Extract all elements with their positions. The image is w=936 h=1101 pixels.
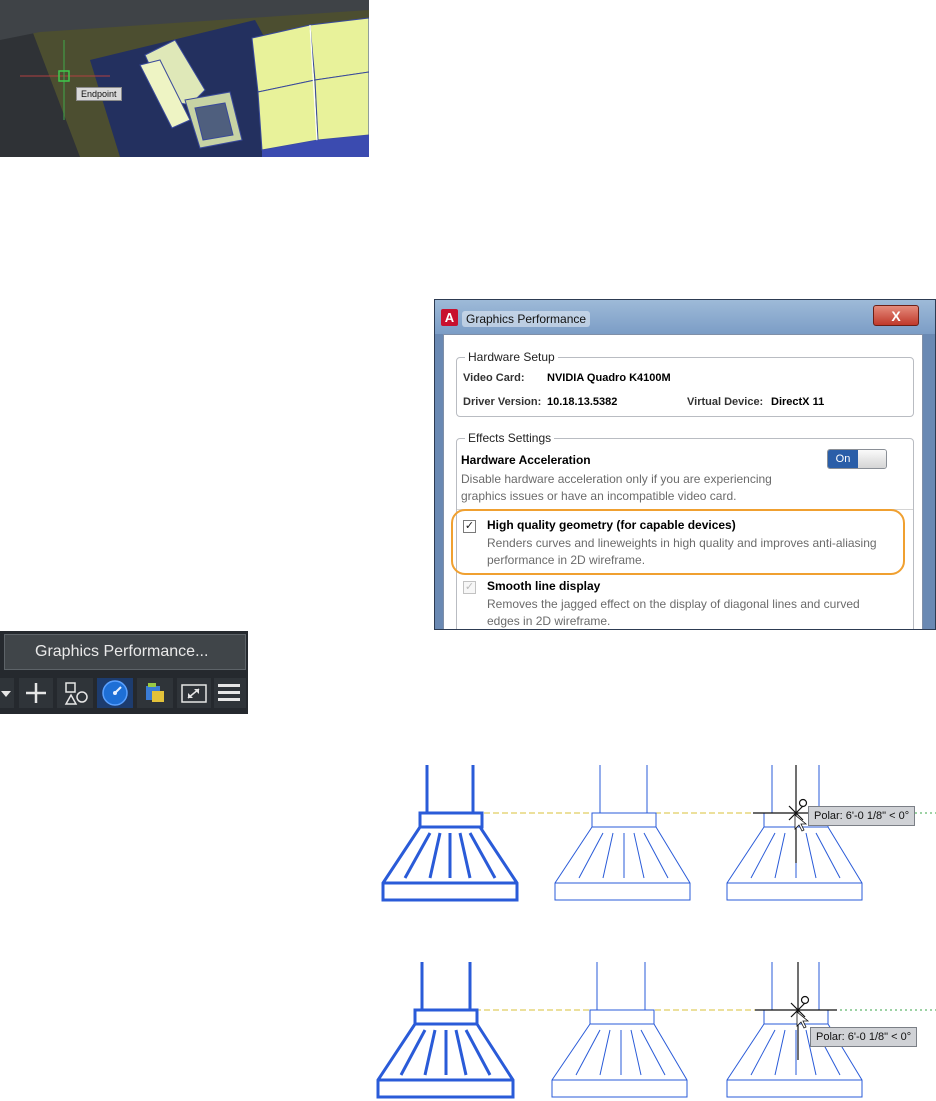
hardware-acceleration-toggle[interactable]: On bbox=[827, 449, 887, 469]
video-card-value: NVIDIA Quadro K4100M bbox=[547, 372, 671, 384]
dropdown-arrow-icon[interactable] bbox=[0, 678, 14, 708]
close-button[interactable]: X bbox=[873, 305, 919, 326]
dialog-body: Hardware Setup Video Card: NVIDIA Quadro… bbox=[443, 334, 923, 629]
toggle-knob bbox=[858, 450, 886, 468]
smooth-line-display-checkbox[interactable]: ✓ bbox=[463, 581, 476, 594]
virtual-device-value: DirectX 11 bbox=[771, 396, 825, 408]
autocad-logo-icon: A bbox=[441, 309, 458, 326]
hardware-setup-legend: Hardware Setup bbox=[465, 350, 558, 364]
smooth-line-display-desc-1: Removes the jagged effect on the display… bbox=[487, 597, 860, 611]
graphics-performance-icon[interactable] bbox=[97, 678, 133, 708]
driver-version-label: Driver Version: bbox=[463, 396, 542, 408]
video-card-label: Video Card: bbox=[463, 372, 525, 384]
hardware-acceleration-desc-2: graphics issues or have an incompatible … bbox=[461, 489, 737, 503]
model-view bbox=[0, 0, 369, 157]
fullscreen-icon[interactable] bbox=[177, 678, 211, 708]
driver-version-value: 10.18.13.5382 bbox=[547, 396, 618, 408]
dialog-title: Graphics Performance bbox=[462, 311, 591, 327]
smooth-line-display-desc-2: edges in 2D wireframe. bbox=[487, 614, 611, 628]
graphics-performance-tooltip: Graphics Performance... bbox=[4, 634, 246, 670]
polar-tracking-tooltip-top: Polar: 6'-0 1/8" < 0° bbox=[808, 806, 916, 826]
high-quality-geometry-checkbox[interactable]: ✓ bbox=[463, 520, 476, 533]
high-quality-geometry-desc-1: Renders curves and lineweights in high q… bbox=[487, 536, 877, 550]
toggle-on-label: On bbox=[828, 450, 858, 468]
menu-icon[interactable] bbox=[214, 678, 246, 708]
high-quality-geometry-desc-2: performance in 2D wireframe. bbox=[487, 553, 646, 567]
virtual-device-label: Virtual Device: bbox=[687, 396, 764, 408]
polar-tracking-tooltip-bottom: Polar: 6'-0 1/8" < 0° bbox=[810, 1027, 918, 1047]
clean-screen-icon[interactable] bbox=[137, 678, 173, 708]
isolate-objects-icon[interactable] bbox=[57, 678, 93, 708]
dialog-titlebar[interactable]: A Graphics Performance X bbox=[435, 300, 935, 334]
effects-settings-legend: Effects Settings bbox=[465, 431, 555, 445]
status-bar: Graphics Performance... bbox=[0, 631, 248, 714]
high-quality-geometry-title: High quality geometry (for capable devic… bbox=[487, 518, 736, 532]
endpoint-snap-tooltip: Endpoint bbox=[76, 87, 122, 101]
footing-drawing-top bbox=[381, 765, 936, 902]
viewport-3d[interactable]: Endpoint bbox=[0, 0, 369, 157]
hardware-acceleration-title: Hardware Acceleration bbox=[461, 453, 591, 467]
hardware-acceleration-desc-1: Disable hardware acceleration only if yo… bbox=[461, 472, 772, 486]
hardware-setup-group: Hardware Setup Video Card: NVIDIA Quadro… bbox=[456, 350, 914, 417]
effects-settings-group: Effects Settings Hardware Acceleration O… bbox=[451, 431, 914, 629]
plus-icon[interactable] bbox=[19, 678, 53, 708]
graphics-performance-dialog: A Graphics Performance X Hardware Setup … bbox=[434, 299, 936, 630]
smooth-line-display-title: Smooth line display bbox=[487, 579, 601, 593]
